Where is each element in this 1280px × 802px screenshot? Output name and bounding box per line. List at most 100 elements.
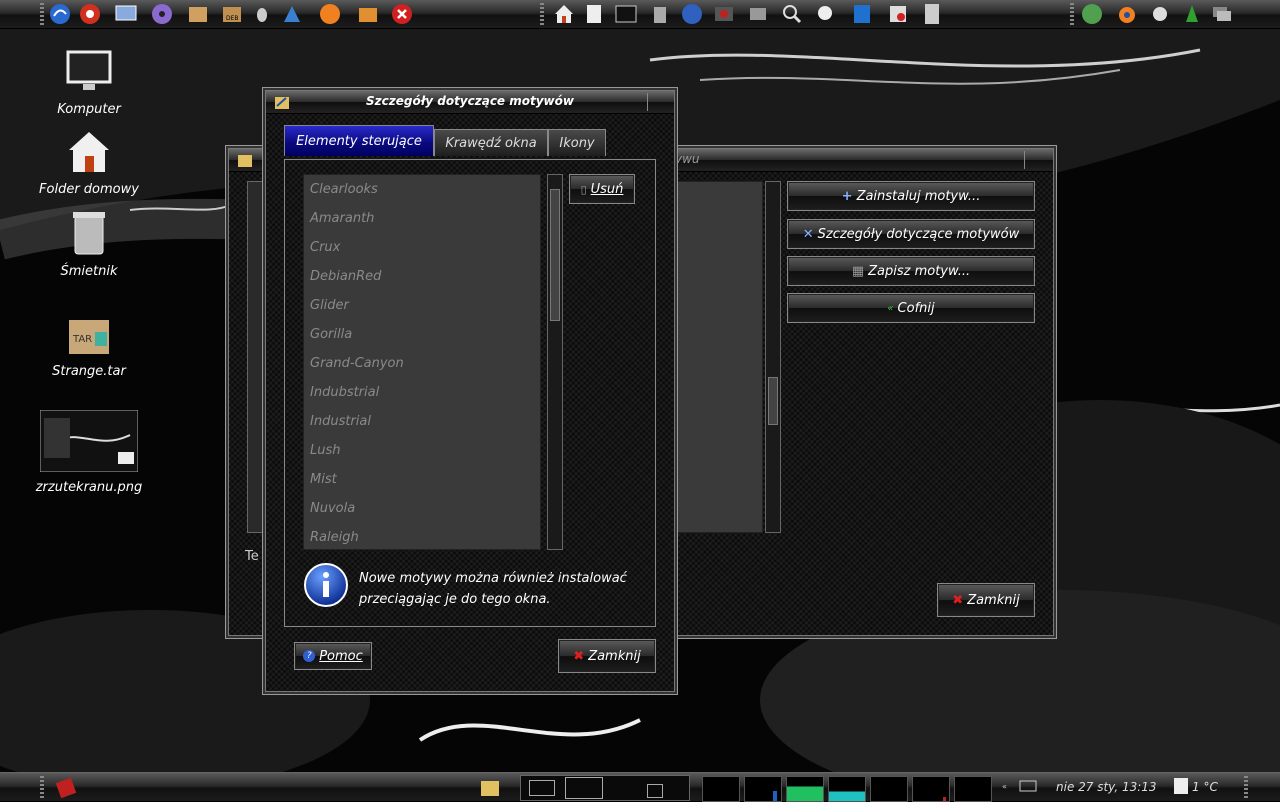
media-player-icon[interactable]	[712, 2, 736, 26]
theme-list-item[interactable]: DebianRed	[304, 262, 540, 291]
tab-window-border[interactable]: Krawędź okna	[434, 129, 548, 156]
theme-list-item[interactable]: Amaranth	[304, 204, 540, 233]
theme-list-item[interactable]: Lush	[304, 436, 540, 465]
theme-list-item[interactable]: Nuvola	[304, 494, 540, 523]
desktop-icon-label: Strange.tar	[52, 364, 126, 379]
close-session-icon[interactable]	[390, 2, 414, 26]
theme-list-item[interactable]: Grand-Canyon	[304, 349, 540, 378]
trash-can-icon[interactable]	[648, 2, 672, 26]
display-settings-icon[interactable]	[114, 2, 138, 26]
package-icon[interactable]	[186, 2, 210, 26]
dialog-titlebar[interactable]: Szczegóły dotyczące motywów	[266, 91, 674, 114]
tab-icons[interactable]: Ikony	[548, 129, 606, 156]
desktop-icon-trash[interactable]: Śmietnik	[29, 208, 149, 279]
window-close-box[interactable]	[1024, 151, 1047, 169]
theme-details-dialog: Szczegóły dotyczące motywów Elementy ste…	[265, 90, 675, 692]
theme-list-item[interactable]: Gorilla	[304, 320, 540, 349]
workspace-2[interactable]	[565, 777, 603, 799]
theme-list-scrollbar[interactable]	[547, 174, 563, 550]
blender-icon[interactable]	[1114, 2, 1138, 26]
panel-separator	[1244, 776, 1248, 798]
theme-details-button[interactable]: ✕ Szczegóły dotyczące motywów	[787, 219, 1035, 249]
remove-theme-button[interactable]: ▯ Usuń	[569, 174, 635, 204]
biohazard-icon[interactable]	[78, 2, 102, 26]
pirate-icon[interactable]	[1148, 2, 1172, 26]
music-icon[interactable]	[1080, 2, 1104, 26]
scrollbar-thumb[interactable]	[550, 189, 560, 321]
theme-list-item[interactable]: Glider	[304, 291, 540, 320]
theme-list-item[interactable]: Industrial	[304, 407, 540, 436]
trash-small-icon: ▯	[580, 182, 587, 196]
leaf-icon[interactable]	[1180, 2, 1204, 26]
text-editor-icon[interactable]	[582, 2, 606, 26]
save-theme-button[interactable]: ▦ Zapisz motyw...	[787, 256, 1035, 286]
bug-icon[interactable]	[250, 2, 274, 26]
terminal-icon[interactable]	[614, 2, 638, 26]
desktop-icon-label: zrzutekranu.png	[35, 480, 143, 495]
theme-preview-list[interactable]	[677, 181, 763, 533]
dialog-close-button[interactable]: ✖ Zamknij	[558, 639, 656, 673]
trash-icon	[73, 212, 105, 255]
tools-icon[interactable]	[280, 2, 304, 26]
graphics-icon[interactable]	[886, 2, 910, 26]
appearance-close-button[interactable]: ✖ Zamknij	[937, 583, 1035, 617]
theme-list-item[interactable]: Raleigh	[304, 523, 540, 549]
revert-button[interactable]: « Cofnij	[787, 293, 1035, 323]
deb-package-icon[interactable]: DEB	[220, 2, 244, 26]
window-close-box[interactable]	[647, 93, 670, 111]
appearance-window-title: ywu	[675, 152, 700, 166]
monitor-box	[954, 776, 992, 802]
workspace-switcher[interactable]	[520, 775, 690, 801]
theme-list-item[interactable]: Clearlooks	[304, 175, 540, 204]
desktop-icon-home-folder[interactable]: Folder domowy	[29, 128, 149, 197]
archive-icon[interactable]	[356, 2, 380, 26]
theme-preview-scrollbar[interactable]	[765, 181, 781, 533]
show-desktop-icon[interactable]	[54, 776, 78, 800]
image-thumbnail-icon	[39, 409, 139, 473]
svg-text:DEB: DEB	[226, 15, 239, 22]
workspace-1[interactable]	[529, 780, 555, 796]
debian-menu-icon[interactable]	[48, 2, 72, 26]
network-tray-icon[interactable]: «	[1002, 779, 1042, 797]
desktop-icon-screenshot[interactable]: zrzutekranu.png	[29, 409, 149, 495]
window-switcher-icon[interactable]	[1210, 2, 1234, 26]
monitor-box	[912, 776, 950, 802]
plus-icon: +	[841, 188, 853, 204]
temperature[interactable]: 1 °C	[1192, 780, 1218, 794]
taskbar-appearance-icon[interactable]	[478, 776, 502, 800]
desktop-icon-tar[interactable]: TAR Strange.tar	[29, 316, 149, 379]
tab-controls[interactable]: Elementy sterujące	[284, 125, 434, 156]
theme-list-item[interactable]: Mist	[304, 465, 540, 494]
panel-separator	[1070, 3, 1074, 25]
help-button[interactable]: ? Pomoc	[294, 642, 372, 670]
desktop-icon-computer[interactable]: Komputer	[29, 50, 149, 117]
network-graph	[828, 776, 866, 802]
appearance-app-icon	[238, 155, 252, 167]
theme-list[interactable]: Clearlooks Amaranth Crux DebianRed Glider Gor…	[303, 174, 541, 550]
help-icon: ?	[303, 650, 316, 662]
monitor-box	[870, 776, 908, 802]
home-icon[interactable]	[552, 2, 576, 26]
theme-list-item[interactable]: Indubstrial	[304, 378, 540, 407]
close-x-icon: ✖	[952, 592, 964, 608]
magnifier-icon[interactable]	[814, 2, 838, 26]
monitor-box	[702, 776, 740, 802]
word-processor-icon[interactable]	[850, 2, 874, 26]
save-icon: ▦	[851, 263, 865, 279]
info-icon	[304, 563, 348, 607]
revert-icon: «	[887, 302, 894, 314]
search-icon[interactable]	[780, 2, 804, 26]
workspace-3[interactable]	[647, 784, 663, 798]
monitor-icon	[66, 50, 112, 90]
panel-separator	[40, 776, 44, 798]
clock[interactable]: nie 27 sty, 13:13	[1056, 780, 1157, 794]
weather-icon	[1174, 778, 1188, 794]
install-theme-button[interactable]: + Zainstaluj motyw...	[787, 181, 1035, 211]
dvd-icon[interactable]	[150, 2, 174, 26]
monitor-box	[744, 776, 782, 802]
globe-icon[interactable]	[680, 2, 704, 26]
theme-list-item[interactable]: Crux	[304, 233, 540, 262]
disk-drive-icon[interactable]	[746, 2, 770, 26]
calculator-icon[interactable]	[920, 2, 944, 26]
swirl-app-icon[interactable]	[318, 2, 342, 26]
